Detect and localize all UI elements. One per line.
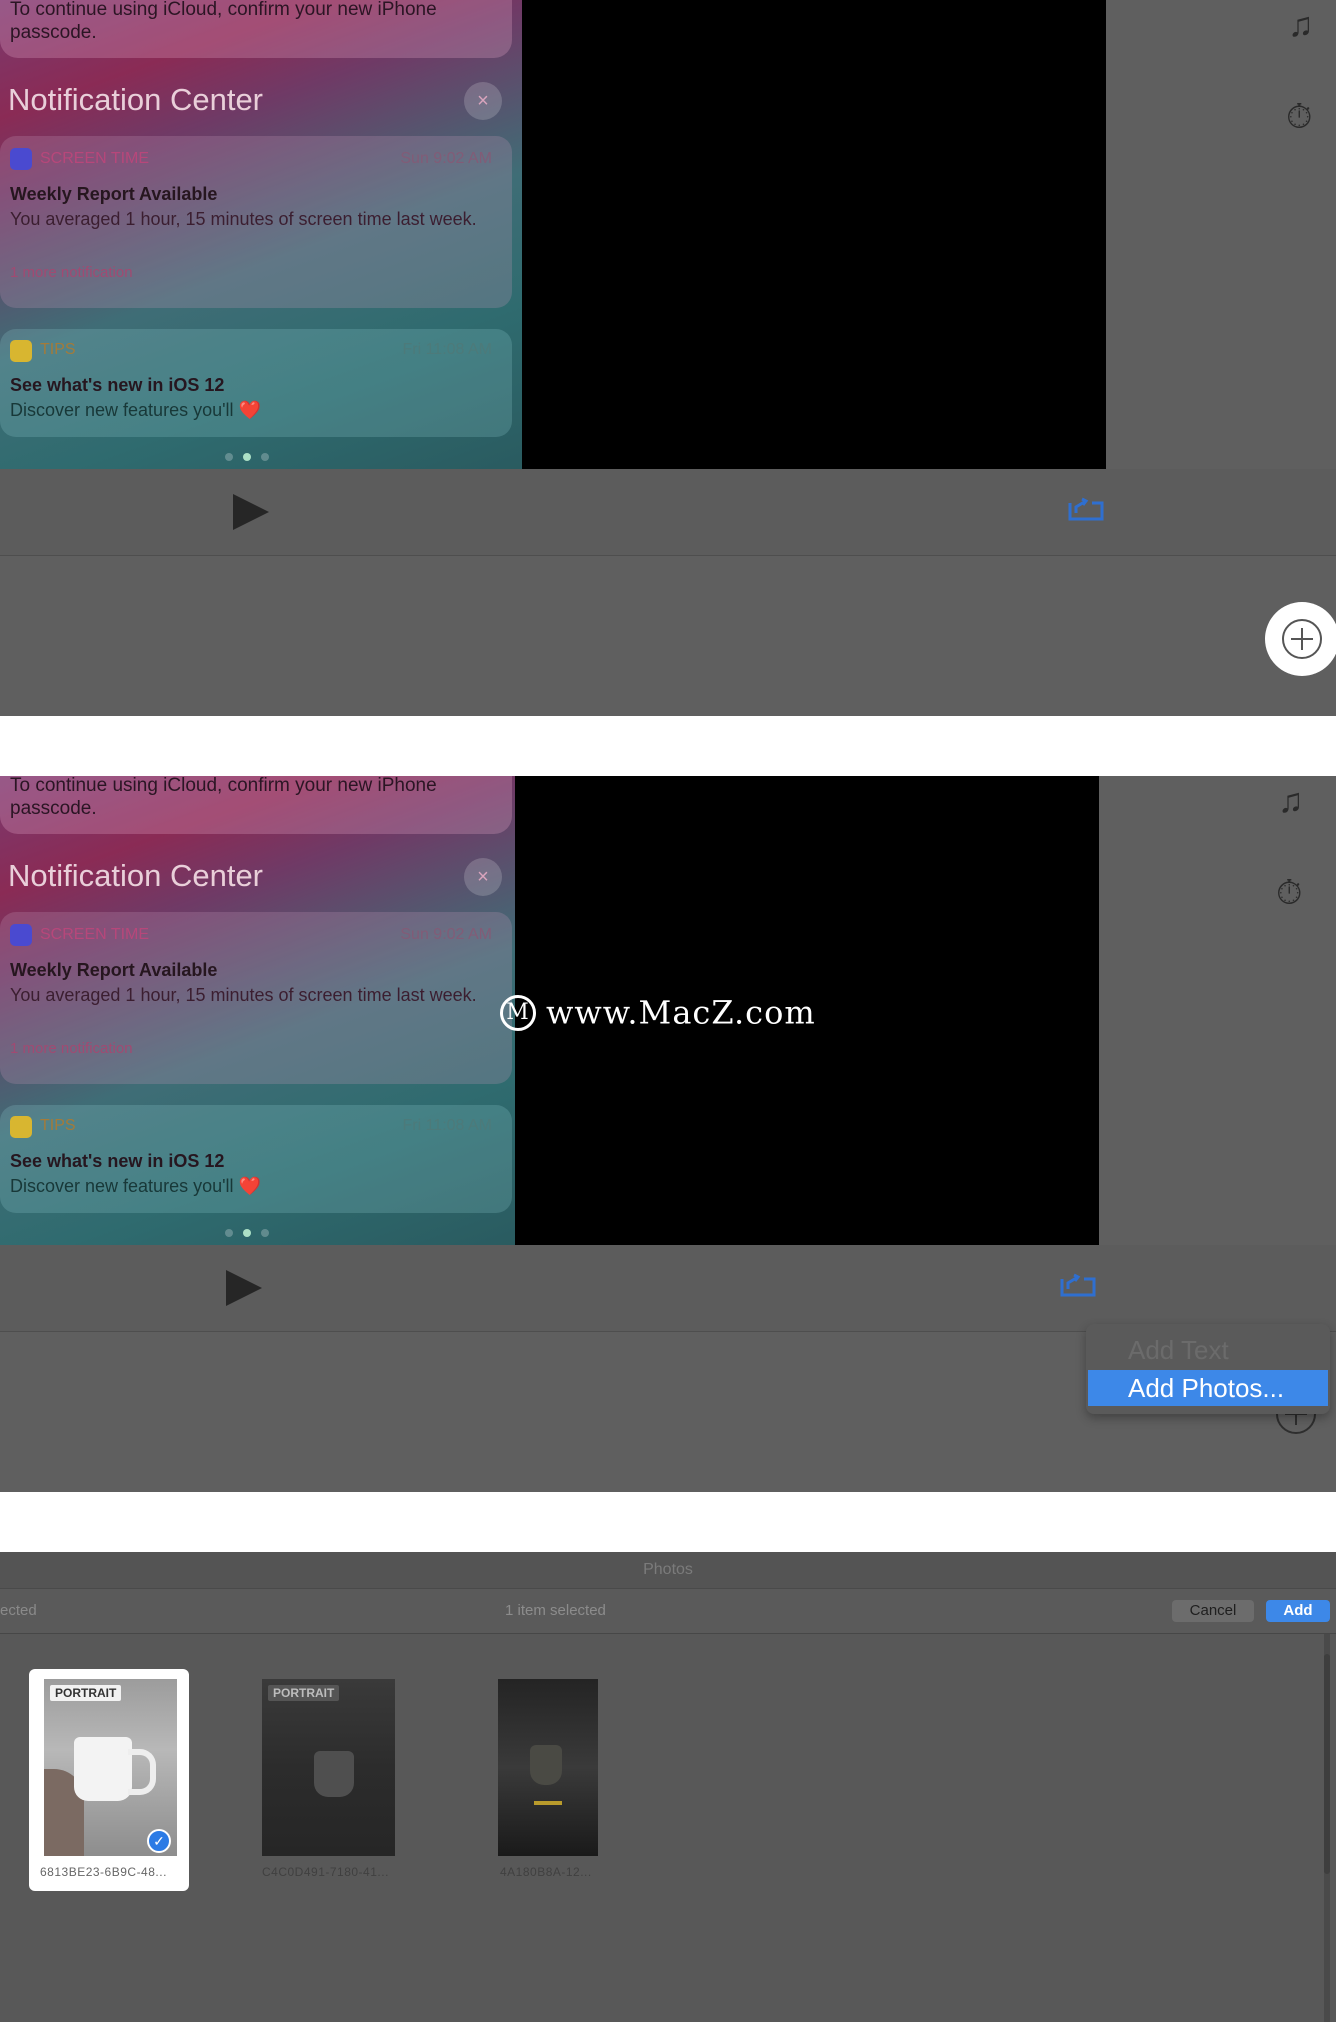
toolbar-left-label: ected [0, 1602, 37, 1619]
page-dots [225, 1224, 279, 1242]
add-media-menu: Add Text Add Photos... [1086, 1324, 1330, 1414]
close-icon: × [464, 858, 502, 896]
screen-time-app-icon [10, 924, 32, 946]
close-icon: × [464, 82, 502, 120]
play-icon[interactable] [226, 1270, 262, 1306]
notification-time: Sun 9:02 AM [400, 926, 492, 943]
notification-body: Discover new features you'll ❤️ [10, 400, 261, 420]
add-button[interactable]: Add [1266, 1600, 1330, 1622]
icloud-notice-card: To continue using iCloud, confirm your n… [0, 776, 512, 834]
music-icon[interactable]: ♫ [1288, 6, 1314, 45]
icloud-notice-text: To continue using iCloud, confirm your n… [10, 0, 437, 43]
notification-app-name: TIPS [40, 1117, 76, 1134]
window-title: Photos [643, 1561, 693, 1578]
photos-toolbar: ected 1 item selected Cancel Add [0, 1589, 1336, 1634]
notification-more: 1 more notification [10, 1040, 133, 1057]
tips-app-icon [10, 340, 32, 362]
screen-time-app-icon [10, 148, 32, 170]
macz-logo-icon: M [500, 994, 536, 1031]
photo-filename: 6813BE23-6B9C-48... [40, 1865, 167, 1879]
tips-app-icon [10, 1116, 32, 1138]
video-black-area [522, 0, 1106, 469]
add-circle-icon [1282, 619, 1322, 659]
imovie-editor-panel-1: To continue using iCloud, confirm your n… [0, 0, 1336, 716]
notification-app-name: SCREEN TIME [40, 150, 150, 167]
notification-time: Fri 11:08 AM [402, 1117, 492, 1134]
notification-title: Weekly Report Available [10, 960, 218, 980]
notification-title: See what's new in iOS 12 [10, 1151, 225, 1171]
notification-time: Sun 9:02 AM [400, 150, 492, 167]
share-icon[interactable] [1060, 1273, 1096, 1297]
macz-watermark: Mwww.MacZ.com [500, 991, 816, 1032]
timer-icon[interactable]: ⏱ [1276, 874, 1303, 913]
music-icon[interactable]: ♫ [1278, 782, 1304, 821]
menu-item-add-photos[interactable]: Add Photos... [1088, 1370, 1328, 1406]
scrollbar[interactable] [1324, 1634, 1330, 2022]
video-preview-notification-screenshot: To continue using iCloud, confirm your n… [0, 0, 522, 469]
portrait-badge: PORTRAIT [268, 1685, 340, 1701]
checkmark-icon: ✓ [147, 1829, 171, 1853]
mug-shape [74, 1737, 132, 1801]
playback-bar [0, 469, 1336, 556]
notification-title: See what's new in iOS 12 [10, 375, 225, 395]
mug-shape [314, 1751, 354, 1797]
notification-body: You averaged 1 hour, 15 minutes of scree… [10, 985, 477, 1005]
watermark-text: www.MacZ.com [546, 993, 816, 1032]
selection-count: 1 item selected [505, 1602, 606, 1619]
notification-center-title: Notification Center [8, 82, 264, 117]
cancel-button[interactable]: Cancel [1172, 1600, 1254, 1622]
notification-body: You averaged 1 hour, 15 minutes of scree… [10, 209, 477, 229]
photo-thumbnail[interactable]: PORTRAIT [262, 1679, 395, 1856]
notification-app-name: TIPS [40, 341, 76, 358]
add-media-button[interactable] [1265, 602, 1336, 676]
mug-shape [530, 1745, 562, 1785]
photo-filename: C4C0D491-7180-41... [262, 1865, 389, 1879]
portrait-badge: PORTRAIT [50, 1685, 122, 1701]
icloud-notice-text: To continue using iCloud, confirm your n… [10, 776, 437, 819]
share-icon[interactable] [1068, 497, 1104, 521]
screen-time-notification: SCREEN TIME Sun 9:02 AM Weekly Report Av… [0, 912, 512, 1084]
notification-center-title: Notification Center [8, 858, 264, 893]
notification-app-name: SCREEN TIME [40, 926, 150, 943]
tips-notification: TIPS Fri 11:08 AM See what's new in iOS … [0, 1105, 512, 1213]
imovie-editor-panel-2: To continue using iCloud, confirm your n… [0, 776, 1336, 1492]
page-dots [225, 448, 279, 466]
notification-title: Weekly Report Available [10, 184, 218, 204]
menu-item-add-text[interactable]: Add Text [1088, 1332, 1328, 1368]
notification-body: Discover new features you'll ❤️ [10, 1176, 261, 1196]
notification-time: Fri 11:08 AM [402, 341, 492, 358]
photos-picker-panel: Photos ected 1 item selected Cancel Add … [0, 1552, 1336, 2022]
timeline-area [0, 556, 1336, 716]
photo-thumbnail[interactable] [498, 1679, 598, 1856]
photo-filename: 4A180B8A-12... [500, 1865, 592, 1879]
video-preview-notification-screenshot: To continue using iCloud, confirm your n… [0, 776, 515, 1245]
tips-notification: TIPS Fri 11:08 AM See what's new in iOS … [0, 329, 512, 437]
notification-more: 1 more notification [10, 264, 133, 281]
icloud-notice-card: To continue using iCloud, confirm your n… [0, 0, 512, 58]
playback-bar [0, 1245, 1336, 1332]
photos-title-bar: Photos [0, 1552, 1336, 1589]
timer-icon[interactable]: ⏱ [1286, 98, 1313, 137]
screen-time-notification: SCREEN TIME Sun 9:02 AM Weekly Report Av… [0, 136, 512, 308]
play-icon[interactable] [233, 494, 269, 530]
